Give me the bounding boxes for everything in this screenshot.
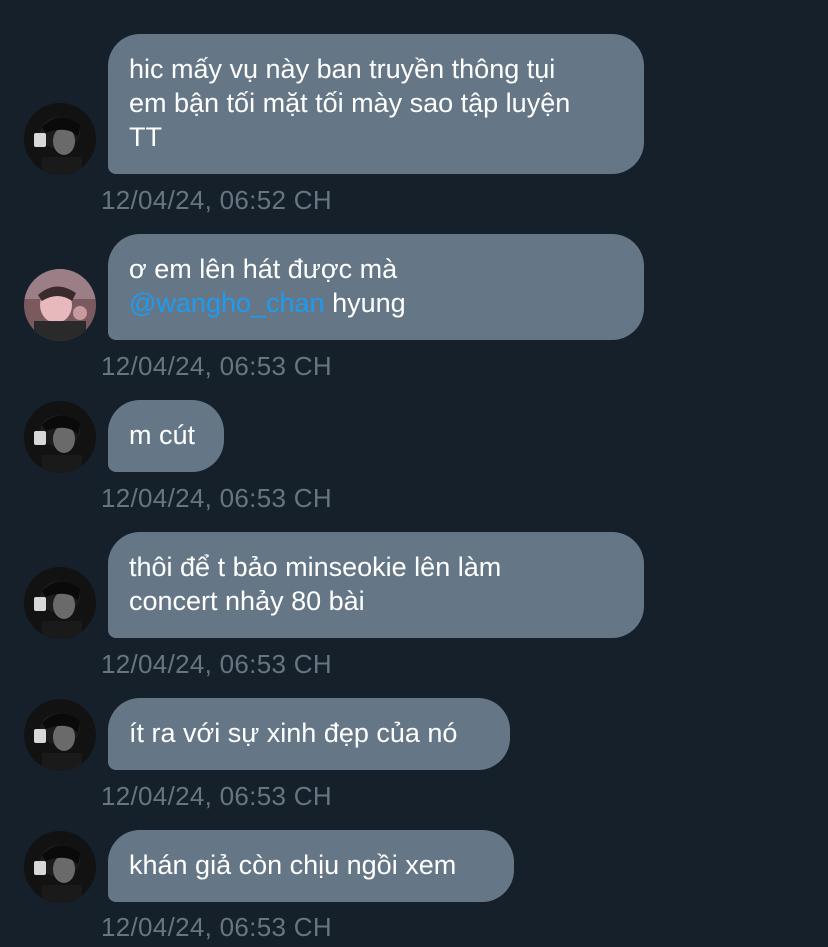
avatar[interactable] — [24, 103, 96, 175]
dm-thread: hic mấy vụ này ban truyền thông tụi em b… — [0, 0, 828, 947]
message-bubble[interactable]: thôi để t bảo minseokie lên làm concert … — [108, 532, 644, 638]
user-avatar-icon — [24, 103, 96, 175]
message-text: ơ em lên hát được mà — [129, 254, 398, 284]
user-mention-link[interactable]: @wangho_chan — [129, 288, 325, 318]
user-avatar-icon — [24, 831, 96, 903]
avatar[interactable] — [24, 831, 96, 903]
message-text: khán giả còn chịu ngồi xem — [129, 850, 457, 880]
message-timestamp: 12/04/24, 06:53 CH — [101, 649, 332, 679]
message-timestamp: 12/04/24, 06:53 CH — [101, 351, 332, 381]
user-avatar-icon — [24, 269, 96, 341]
message-text: hic mấy vụ này ban truyền thông tụi — [129, 54, 556, 84]
avatar[interactable] — [24, 699, 96, 771]
avatar[interactable] — [24, 401, 96, 473]
message-timestamp: 12/04/24, 06:53 CH — [101, 912, 332, 942]
message-text: hyung — [324, 288, 406, 318]
user-avatar-icon — [24, 567, 96, 639]
message-text: thôi để t bảo minseokie lên làm — [129, 552, 502, 582]
message-bubble[interactable]: m cút — [108, 400, 224, 472]
user-avatar-icon — [24, 401, 96, 473]
message-bubble[interactable]: khán giả còn chịu ngồi xem — [108, 830, 514, 902]
message-timestamp: 12/04/24, 06:53 CH — [101, 781, 332, 811]
message-text: ít ra với sự xinh đẹp của nó — [129, 718, 458, 748]
avatar[interactable] — [24, 269, 96, 341]
message-text: em bận tối mặt tối mày sao tập luyện — [129, 88, 571, 118]
message-text: TT — [129, 122, 162, 152]
message-bubble[interactable]: ơ em lên hát được mà @wangho_chan hyung — [108, 234, 644, 340]
message-timestamp: 12/04/24, 06:52 CH — [101, 185, 332, 215]
message-text: concert nhảy 80 bài — [129, 586, 365, 616]
user-avatar-icon — [24, 699, 96, 771]
message-timestamp: 12/04/24, 06:53 CH — [101, 483, 332, 513]
message-text-line: @wangho_chan hyung — [129, 286, 623, 320]
message-text: m cút — [129, 420, 196, 450]
avatar[interactable] — [24, 567, 96, 639]
message-bubble[interactable]: ít ra với sự xinh đẹp của nó — [108, 698, 510, 770]
message-bubble[interactable]: hic mấy vụ này ban truyền thông tụi em b… — [108, 34, 644, 174]
